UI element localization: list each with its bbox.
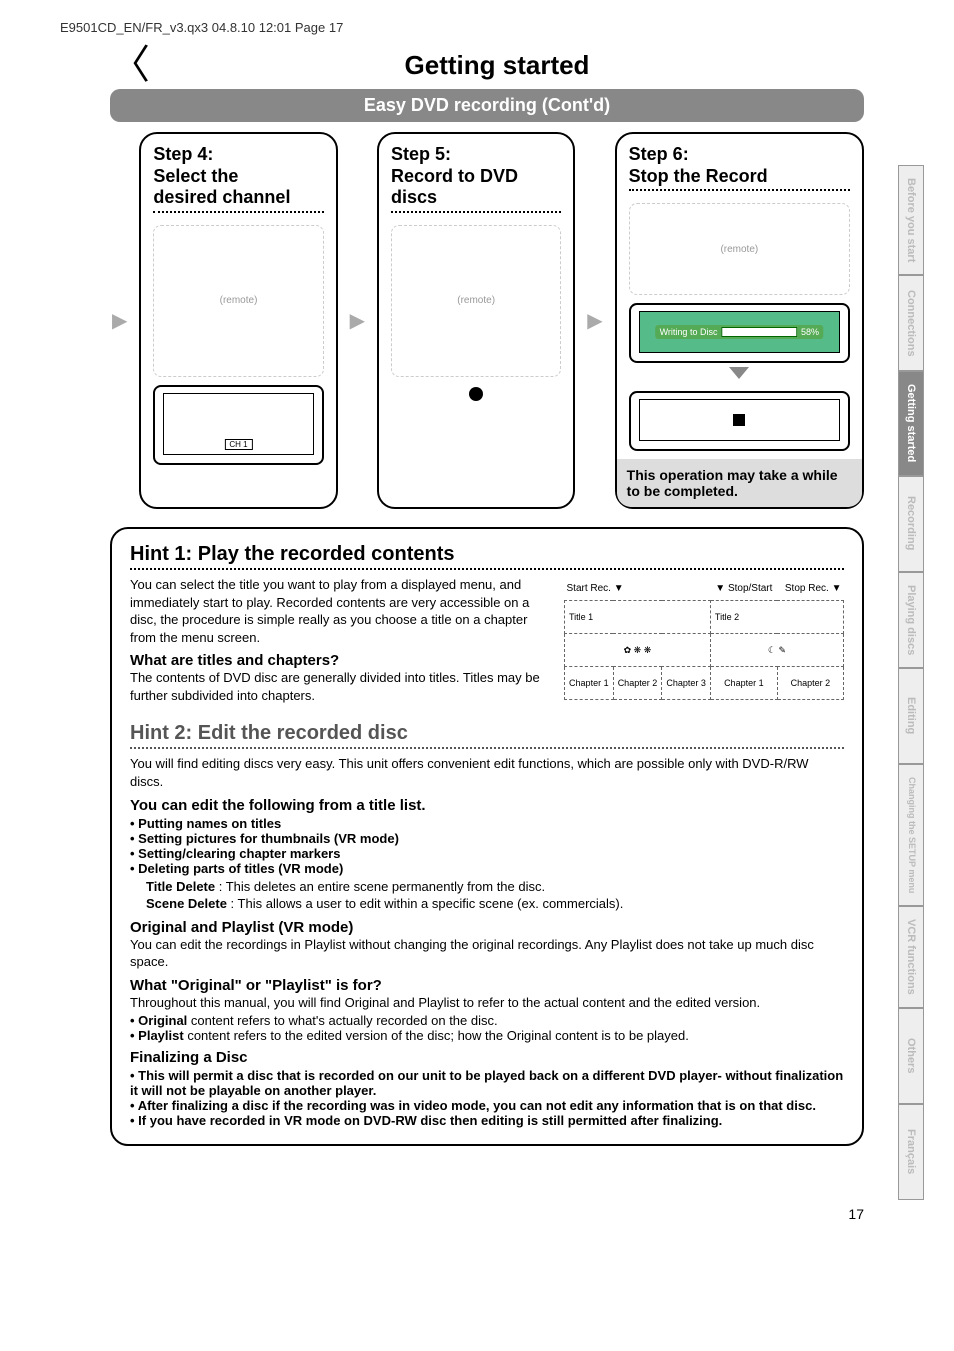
diagram-t1-ch2: Chapter 2 xyxy=(613,667,662,700)
remote-control-illustration: (remote) xyxy=(629,203,850,295)
record-dot-icon xyxy=(469,387,483,401)
bullet-rest: content refers to the edited version of … xyxy=(184,1028,689,1043)
breadcrumb-arrow-icon: 〈 xyxy=(110,45,150,85)
tv-screen-illustration: CH 1 xyxy=(153,385,323,465)
scene-delete-label: Scene Delete xyxy=(146,896,227,911)
step4-line1: Step 4: xyxy=(153,144,213,164)
hint2-bullets1: Putting names on titles Setting pictures… xyxy=(130,816,844,876)
diagram-start-rec: Start Rec. xyxy=(567,583,611,594)
diagram-t1-ch3: Chapter 3 xyxy=(662,667,711,700)
hint2-bullets3: Original content refers to what's actual… xyxy=(130,1013,844,1043)
diagram-stop-rec: Stop Rec. xyxy=(785,583,829,594)
step4-line2: Select the xyxy=(153,166,238,186)
flow-arrow-icon: ▶ xyxy=(110,132,129,509)
step6-line1: Step 6: xyxy=(629,144,689,164)
tab-francais[interactable]: Français xyxy=(898,1104,924,1200)
section-banner: Easy DVD recording (Cont'd) xyxy=(110,89,864,122)
step6-line2: Stop the Record xyxy=(629,166,850,192)
tv-screen-writing: Writing to Disc 58% xyxy=(629,303,850,363)
title-delete-label: Title Delete xyxy=(146,879,215,894)
step-4-box: Step 4: Select the desired channel (remo… xyxy=(139,132,337,509)
hint2-sub4: Finalizing a Disc xyxy=(130,1049,844,1066)
diagram-t2-ch1: Chapter 1 xyxy=(710,667,777,700)
list-item: Playlist content refers to the edited ve… xyxy=(130,1028,844,1043)
list-item: Original content refers to what's actual… xyxy=(130,1013,844,1028)
tab-recording[interactable]: Recording xyxy=(898,476,924,572)
tab-setup-menu[interactable]: Changing the SETUP menu xyxy=(898,764,924,906)
scene-delete-desc: : This allows a user to edit within a sp… xyxy=(227,896,623,911)
page-number: 17 xyxy=(0,1206,954,1222)
list-item: Setting pictures for thumbnails (VR mode… xyxy=(130,831,844,846)
hint2-sub2: Original and Playlist (VR mode) xyxy=(130,919,844,936)
tab-vcr-functions[interactable]: VCR functions xyxy=(898,906,924,1008)
list-item: Setting/clearing chapter markers xyxy=(130,846,844,861)
diagram-title2: Title 2 xyxy=(710,601,843,634)
bullet-rest: content refers to what's actually record… xyxy=(187,1013,497,1028)
page-content: Before you start Connections Getting sta… xyxy=(0,45,954,1186)
hint2-sub3: What "Original" or "Playlist" is for? xyxy=(130,977,844,994)
bullet-bold: Original xyxy=(138,1013,187,1028)
step6-note: This operation may take a while to be co… xyxy=(617,459,862,507)
remote-control-illustration: (remote) xyxy=(391,225,561,377)
diagram-t1-ch1: Chapter 1 xyxy=(565,667,614,700)
titles-chapters-diagram: Start Rec. ▼ ▼ Stop/Start Stop Rec. ▼ Ti… xyxy=(564,576,844,700)
tv-channel-label: CH 1 xyxy=(224,439,252,450)
list-item: Putting names on titles xyxy=(130,816,844,831)
steps-row: ▶ Step 4: Select the desired channel (re… xyxy=(110,132,864,509)
side-tabs: Before you start Connections Getting sta… xyxy=(898,165,924,1200)
step-5-box: Step 5: Record to DVD discs (remote) xyxy=(377,132,575,509)
hint2-title: Hint 2: Edit the recorded disc xyxy=(130,722,844,749)
tab-getting-started[interactable]: Getting started xyxy=(898,371,924,475)
step5-line2: Record to DVD xyxy=(391,166,518,186)
hint2-para2: You can edit the recordings in Playlist … xyxy=(130,936,844,971)
stop-icon xyxy=(733,414,745,426)
list-item: After finalizing a disc if the recording… xyxy=(130,1098,844,1113)
writing-percent: 58% xyxy=(801,327,819,337)
list-item: If you have recorded in VR mode on DVD-R… xyxy=(130,1113,844,1128)
tv-screen-stopped xyxy=(629,391,850,451)
step-6-box: Step 6: Stop the Record (remote) Writing… xyxy=(615,132,864,509)
list-item: This will permit a disc that is recorded… xyxy=(130,1068,844,1098)
writing-label: Writing to Disc xyxy=(660,327,718,337)
step5-line1: Step 5: xyxy=(391,144,451,164)
flow-arrow-icon: ▶ xyxy=(585,132,604,509)
step5-line3: discs xyxy=(391,187,561,213)
tab-connections[interactable]: Connections xyxy=(898,275,924,371)
flow-arrow-icon: ▶ xyxy=(348,132,367,509)
step4-line3: desired channel xyxy=(153,187,323,213)
tab-playing-discs[interactable]: Playing discs xyxy=(898,572,924,668)
remote-control-illustration: (remote) xyxy=(153,225,323,377)
title-delete-desc: : This deletes an entire scene permanent… xyxy=(215,879,545,894)
list-item: Deleting parts of titles (VR mode) xyxy=(130,861,844,876)
diagram-stop-start: Stop/Start xyxy=(728,583,772,594)
hint2-para3-intro: Throughout this manual, you will find Or… xyxy=(130,994,844,1012)
hint2-bullets4: This will permit a disc that is recorded… xyxy=(130,1068,844,1128)
tab-others[interactable]: Others xyxy=(898,1008,924,1104)
hints-box: Hint 1: Play the recorded contents Start… xyxy=(110,527,864,1146)
hint1-title: Hint 1: Play the recorded contents xyxy=(130,543,844,570)
page-title: Getting started xyxy=(160,50,834,81)
header-filename: E9501CD_EN/FR_v3.qx3 04.8.10 12:01 Page … xyxy=(60,20,343,35)
hint2-sub1: You can edit the following from a title … xyxy=(130,797,844,814)
arrow-down-icon xyxy=(729,367,749,379)
tab-before-you-start[interactable]: Before you start xyxy=(898,165,924,275)
print-header: E9501CD_EN/FR_v3.qx3 04.8.10 12:01 Page … xyxy=(0,0,954,45)
bullet-bold: Playlist xyxy=(138,1028,184,1043)
tab-editing[interactable]: Editing xyxy=(898,668,924,764)
hint2-para1: You will find editing discs very easy. T… xyxy=(130,755,844,790)
diagram-title1: Title 1 xyxy=(565,601,711,634)
diagram-t2-ch2: Chapter 2 xyxy=(777,667,843,700)
